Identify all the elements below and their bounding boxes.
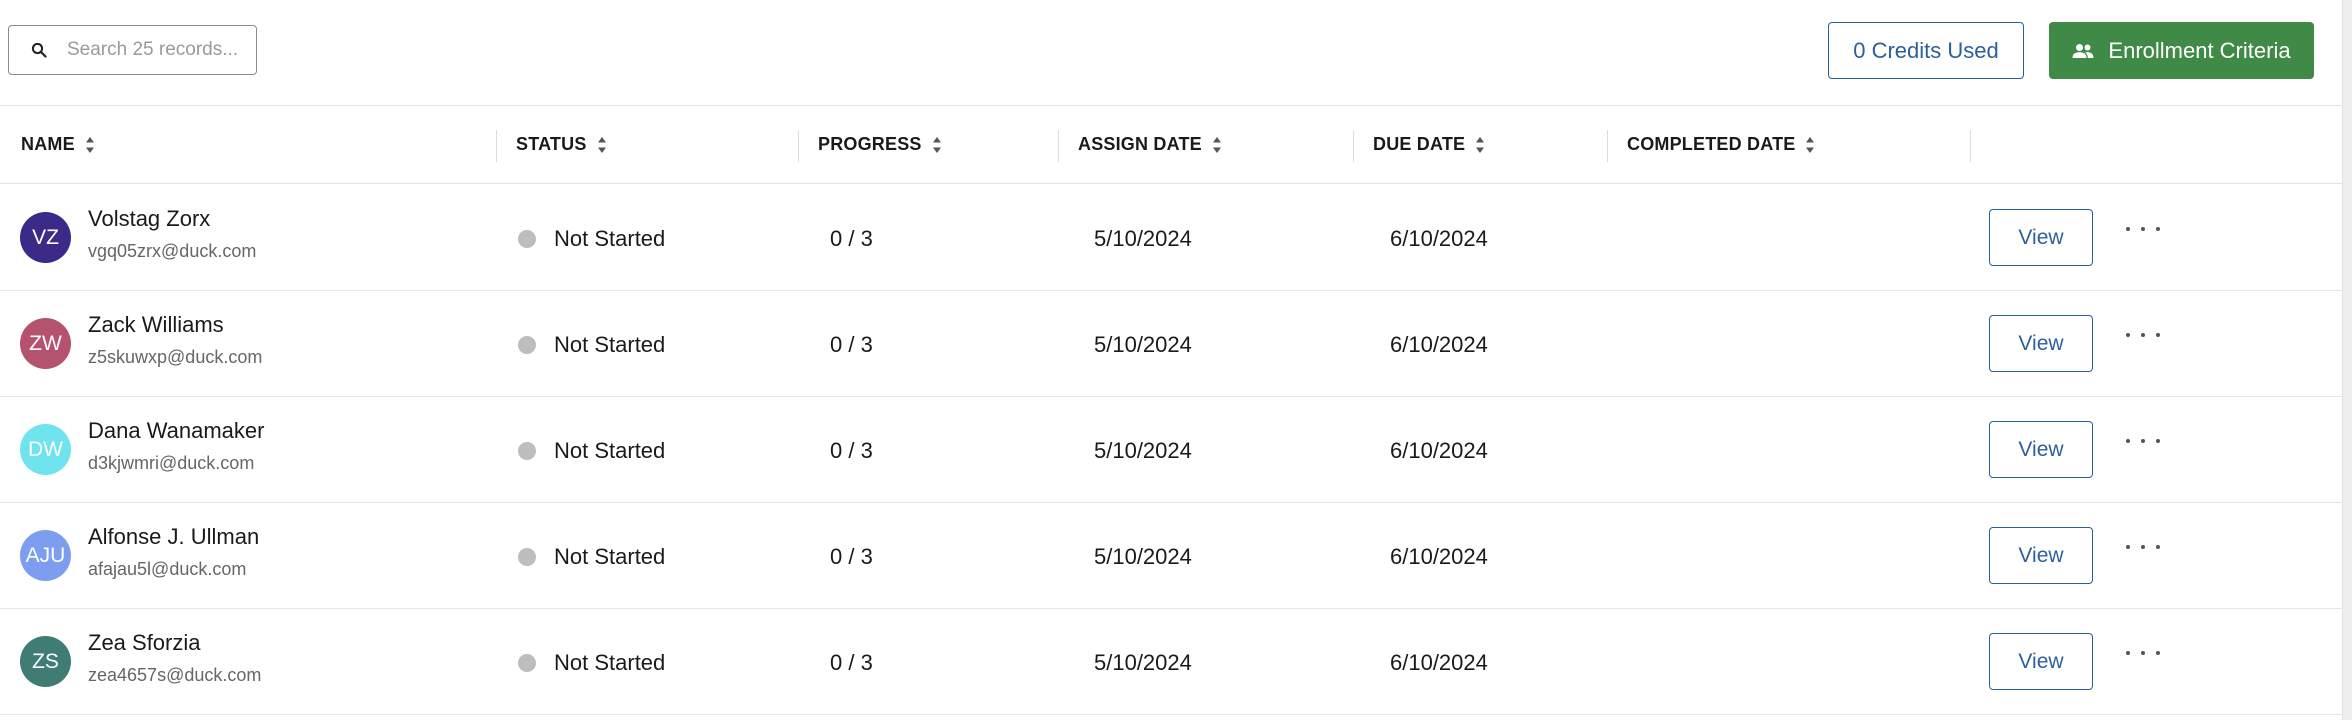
column-divider (496, 130, 497, 162)
sort-icon[interactable] (1475, 135, 1485, 155)
assign-date: 5/10/2024 (1094, 438, 1192, 463)
user-email: d3kjwmri@duck.com (88, 453, 255, 473)
due-date: 6/10/2024 (1390, 332, 1488, 357)
due-date: 6/10/2024 (1390, 650, 1488, 675)
status-text: Not Started (554, 650, 666, 675)
avatar: ZW (20, 318, 71, 369)
status-dot (518, 548, 536, 566)
column-header-progress[interactable]: PROGRESS (818, 106, 942, 183)
sort-icon[interactable] (597, 135, 607, 155)
view-button[interactable]: View (1989, 421, 2093, 478)
user-name: Alfonse J. Ullman (88, 524, 260, 549)
table-row: AJU Alfonse J. Ullman afajau5l@duck.com … (0, 502, 2343, 609)
sort-icon[interactable] (1805, 135, 1815, 155)
more-options-icon[interactable] (2126, 642, 2160, 664)
table-header: NAME STATUS PROGRESS ASSIGN DATE DUE DAT… (0, 106, 2343, 184)
due-date: 6/10/2024 (1390, 438, 1488, 463)
avatar: ZS (20, 636, 71, 687)
assign-date: 5/10/2024 (1094, 650, 1192, 675)
due-date: 6/10/2024 (1390, 544, 1488, 569)
status-dot (518, 654, 536, 672)
column-header-label: NAME (21, 134, 75, 154)
view-button[interactable]: View (1989, 527, 2093, 584)
user-email: vgq05zrx@duck.com (88, 241, 257, 261)
people-icon (2072, 43, 2094, 58)
column-header-name[interactable]: NAME (21, 106, 95, 183)
user-email: afajau5l@duck.com (88, 559, 247, 579)
view-button[interactable]: View (1989, 209, 2093, 266)
due-date: 6/10/2024 (1390, 226, 1488, 251)
search-box[interactable] (8, 25, 257, 75)
progress-value: 0 / 3 (830, 226, 873, 251)
column-header-due-date[interactable]: DUE DATE (1373, 106, 1485, 183)
column-header-label: DUE DATE (1373, 134, 1466, 154)
avatar: DW (20, 424, 71, 475)
sort-icon[interactable] (932, 135, 942, 155)
user-name: Dana Wanamaker (88, 418, 265, 443)
status-dot (518, 442, 536, 460)
status-text: Not Started (554, 438, 666, 463)
user-email: z5skuwxp@duck.com (88, 347, 263, 367)
toolbar: 0 Credits Used Enrollment Criteria (0, 0, 2343, 106)
more-options-icon[interactable] (2126, 430, 2160, 452)
view-button[interactable]: View (1989, 633, 2093, 690)
column-header-assign-date[interactable]: ASSIGN DATE (1078, 106, 1222, 183)
search-input[interactable] (65, 38, 249, 62)
column-divider (1353, 130, 1354, 162)
more-options-icon[interactable] (2126, 536, 2160, 558)
column-divider (1607, 130, 1608, 162)
more-options-icon[interactable] (2126, 324, 2160, 346)
enrollment-criteria-label: Enrollment Criteria (2108, 37, 2291, 63)
search-icon (31, 42, 47, 58)
column-divider (1970, 130, 1971, 162)
credits-used-button[interactable]: 0 Credits Used (1828, 22, 2024, 79)
enrollment-criteria-button[interactable]: Enrollment Criteria (2049, 22, 2314, 79)
user-name: Zea Sforzia (88, 630, 201, 655)
status-text: Not Started (554, 226, 666, 251)
progress-value: 0 / 3 (830, 650, 873, 675)
status-text: Not Started (554, 332, 666, 357)
progress-value: 0 / 3 (830, 544, 873, 569)
progress-value: 0 / 3 (830, 438, 873, 463)
column-header-label: PROGRESS (818, 134, 922, 154)
table-row: DW Dana Wanamaker d3kjwmri@duck.com Not … (0, 396, 2343, 503)
assign-date: 5/10/2024 (1094, 544, 1192, 569)
column-header-completed-date[interactable]: COMPLETED DATE (1627, 106, 1815, 183)
status-dot (518, 336, 536, 354)
column-header-label: STATUS (516, 134, 587, 154)
sort-icon[interactable] (1212, 135, 1222, 155)
progress-value: 0 / 3 (830, 332, 873, 357)
user-email: zea4657s@duck.com (88, 665, 262, 685)
status-dot (518, 230, 536, 248)
assign-date: 5/10/2024 (1094, 332, 1192, 357)
avatar: AJU (20, 530, 71, 581)
sort-icon[interactable] (85, 135, 95, 155)
avatar: VZ (20, 212, 71, 263)
scrollbar-track[interactable] (2342, 0, 2352, 720)
user-name: Zack Williams (88, 312, 224, 337)
column-header-label: ASSIGN DATE (1078, 134, 1202, 154)
more-options-icon[interactable] (2126, 218, 2160, 240)
assign-date: 5/10/2024 (1094, 226, 1192, 251)
table-row: VZ Volstag Zorx vgq05zrx@duck.com Not St… (0, 184, 2343, 291)
column-header-label: COMPLETED DATE (1627, 134, 1796, 154)
column-divider (798, 130, 799, 162)
column-header-status[interactable]: STATUS (516, 106, 607, 183)
status-text: Not Started (554, 544, 666, 569)
user-name: Volstag Zorx (88, 206, 211, 231)
table-row: ZW Zack Williams z5skuwxp@duck.com Not S… (0, 290, 2343, 397)
column-divider (1058, 130, 1059, 162)
view-button[interactable]: View (1989, 315, 2093, 372)
table-row: ZS Zea Sforzia zea4657s@duck.com Not Sta… (0, 608, 2343, 715)
